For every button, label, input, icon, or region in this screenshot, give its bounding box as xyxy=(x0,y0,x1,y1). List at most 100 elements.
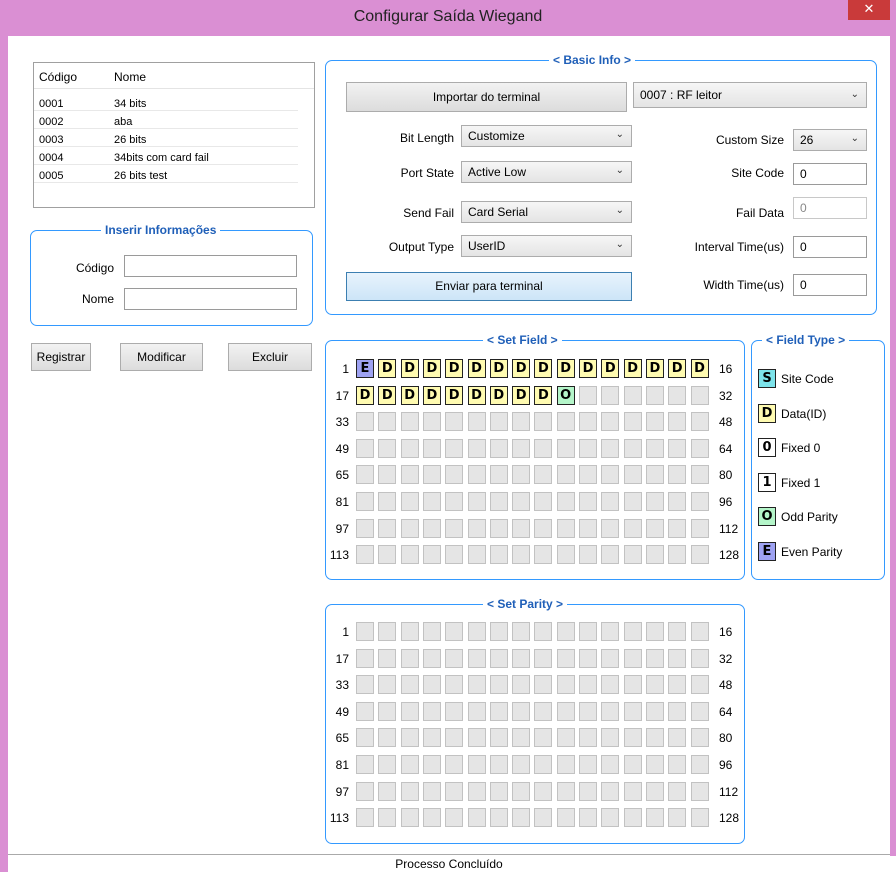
list-item[interactable]: 0002 aba xyxy=(34,115,298,129)
bit-cell[interactable] xyxy=(422,701,441,721)
bit-cell[interactable] xyxy=(623,622,642,641)
bit-cell[interactable] xyxy=(645,492,664,511)
bit-cell[interactable] xyxy=(356,438,374,458)
bit-cell[interactable] xyxy=(645,385,664,405)
bit-cell[interactable] xyxy=(690,385,709,405)
bit-cell[interactable]: D xyxy=(534,385,553,405)
bit-cell[interactable] xyxy=(512,781,531,801)
bit-cell[interactable] xyxy=(690,412,709,432)
bit-cell[interactable] xyxy=(601,385,620,405)
bit-cell[interactable] xyxy=(690,701,709,721)
bit-cell[interactable]: D xyxy=(467,385,486,405)
bit-cell[interactable] xyxy=(534,622,553,641)
bit-cell[interactable] xyxy=(645,465,664,485)
bit-cell[interactable]: D xyxy=(378,359,397,378)
bit-cell[interactable] xyxy=(556,622,575,641)
bit-cell[interactable] xyxy=(356,648,374,668)
bit-cell[interactable] xyxy=(601,781,620,801)
field-type-swatch[interactable]: 0 xyxy=(758,438,776,457)
bit-cell[interactable] xyxy=(378,675,397,695)
bit-cell[interactable] xyxy=(445,675,464,695)
bit-cell[interactable] xyxy=(512,648,531,668)
bit-cell[interactable] xyxy=(512,675,531,695)
bit-cell[interactable] xyxy=(422,808,441,828)
bit-cell[interactable] xyxy=(378,412,397,432)
bit-cell[interactable] xyxy=(400,728,419,748)
bit-cell[interactable] xyxy=(690,492,709,511)
bit-cell[interactable] xyxy=(378,781,397,801)
bit-cell[interactable] xyxy=(579,728,597,748)
bit-cell[interactable] xyxy=(445,781,464,801)
bit-cell[interactable] xyxy=(489,622,508,641)
bit-cell[interactable] xyxy=(467,492,486,511)
bit-cell[interactable] xyxy=(623,545,642,565)
bit-cell[interactable] xyxy=(512,492,531,511)
bit-cell[interactable] xyxy=(645,808,664,828)
bit-cell[interactable] xyxy=(601,622,620,641)
bit-cell[interactable] xyxy=(601,492,620,511)
bit-cell[interactable] xyxy=(645,755,664,774)
bit-cell[interactable] xyxy=(556,648,575,668)
bit-cell[interactable] xyxy=(668,492,687,511)
bit-cell[interactable] xyxy=(534,492,553,511)
bit-cell[interactable] xyxy=(623,808,642,828)
bit-cell[interactable] xyxy=(556,728,575,748)
bit-cell[interactable] xyxy=(623,781,642,801)
bit-cell[interactable] xyxy=(512,755,531,774)
bit-cell[interactable] xyxy=(445,465,464,485)
bit-cell[interactable] xyxy=(489,492,508,511)
bit-cell[interactable] xyxy=(645,675,664,695)
bit-cell[interactable] xyxy=(534,701,553,721)
bit-cell[interactable] xyxy=(445,701,464,721)
bit-cell[interactable] xyxy=(579,755,597,774)
bit-cell[interactable]: D xyxy=(445,385,464,405)
bit-cell[interactable] xyxy=(645,648,664,668)
bit-cell[interactable] xyxy=(356,492,374,511)
list-item[interactable]: 0003 26 bits xyxy=(34,133,298,147)
bit-cell[interactable]: D xyxy=(422,385,441,405)
bit-cell[interactable]: D xyxy=(645,359,664,378)
bit-cell[interactable] xyxy=(579,438,597,458)
bit-cell[interactable] xyxy=(579,385,597,405)
bit-cell[interactable] xyxy=(356,622,374,641)
bit-cell[interactable] xyxy=(623,518,642,538)
bit-cell[interactable] xyxy=(378,465,397,485)
bit-cell[interactable] xyxy=(645,518,664,538)
bit-cell[interactable]: D xyxy=(378,385,397,405)
bit-cell[interactable] xyxy=(579,675,597,695)
bit-cell[interactable] xyxy=(467,518,486,538)
bit-cell[interactable] xyxy=(601,518,620,538)
bit-cell[interactable] xyxy=(623,755,642,774)
bit-cell[interactable] xyxy=(645,701,664,721)
bit-cell[interactable] xyxy=(623,728,642,748)
bit-cell[interactable] xyxy=(512,518,531,538)
bit-cell[interactable] xyxy=(489,465,508,485)
bit-cell[interactable] xyxy=(601,412,620,432)
bit-cell[interactable] xyxy=(512,622,531,641)
bit-cell[interactable] xyxy=(534,412,553,432)
bit-cell[interactable] xyxy=(668,518,687,538)
bit-cell[interactable] xyxy=(467,755,486,774)
bit-cell[interactable] xyxy=(534,465,553,485)
bit-cell[interactable] xyxy=(601,701,620,721)
bit-cell[interactable] xyxy=(400,808,419,828)
bit-cell[interactable] xyxy=(534,781,553,801)
bit-cell[interactable] xyxy=(445,545,464,565)
bit-cell[interactable] xyxy=(356,465,374,485)
bit-cell[interactable] xyxy=(601,545,620,565)
send-to-terminal-button[interactable]: Enviar para terminal xyxy=(346,272,632,301)
registrar-button[interactable]: Registrar xyxy=(31,343,91,371)
bit-cell[interactable] xyxy=(579,465,597,485)
bit-cell[interactable] xyxy=(623,412,642,432)
bit-cell[interactable] xyxy=(422,465,441,485)
bit-cell[interactable] xyxy=(378,438,397,458)
bit-cell[interactable] xyxy=(601,648,620,668)
interval-time-input[interactable]: 0 xyxy=(793,236,867,258)
bit-cell[interactable] xyxy=(690,675,709,695)
bit-cell[interactable] xyxy=(579,701,597,721)
bit-cell[interactable] xyxy=(579,781,597,801)
close-button[interactable]: ✕ xyxy=(848,0,890,20)
bit-cell[interactable] xyxy=(489,675,508,695)
bit-cell[interactable] xyxy=(690,622,709,641)
bit-cell[interactable] xyxy=(601,465,620,485)
